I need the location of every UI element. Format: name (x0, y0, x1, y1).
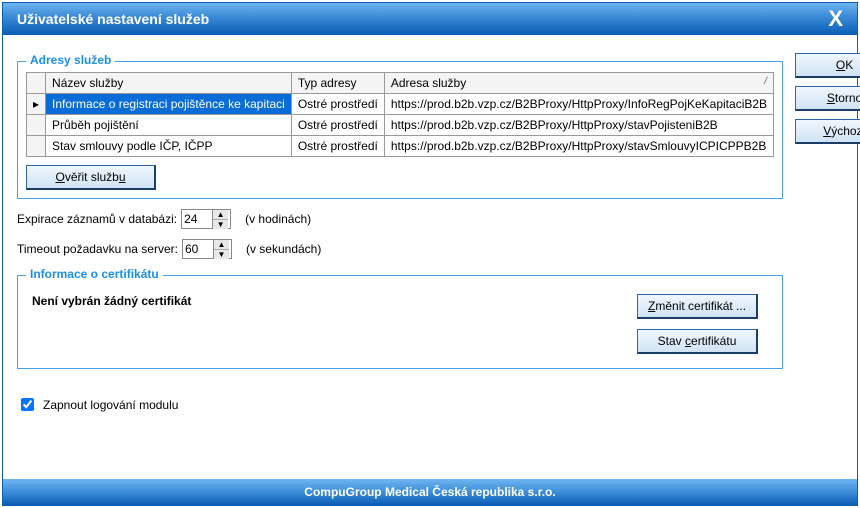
cell-type[interactable]: Ostré prostředí (291, 136, 384, 157)
settings-window: Uživatelské nastavení služeb X Adresy sl… (2, 2, 858, 506)
chevron-up-icon[interactable]: ▲ (213, 210, 228, 220)
col-addr-header[interactable]: Adresa služby/ (384, 73, 773, 94)
certificate-group: Informace o certifikátu Není vybrán žádn… (17, 275, 783, 369)
close-icon[interactable]: X (828, 8, 843, 30)
col-type-header[interactable]: Typ adresy (291, 73, 384, 94)
addresses-legend: Adresy služeb (26, 53, 115, 67)
col-name-header[interactable]: Název služby (46, 73, 292, 94)
footer-text: CompuGroup Medical Česká republika s.r.o… (304, 485, 555, 499)
chevron-down-icon[interactable]: ▼ (214, 250, 229, 259)
logging-row: Zapnout logování modulu (17, 395, 783, 414)
expiration-spinner[interactable]: ▲ ▼ (181, 209, 231, 229)
cell-addr[interactable]: https://prod.b2b.vzp.cz/B2BProxy/HttpPro… (384, 94, 773, 115)
expiration-unit: (v hodinách) (245, 212, 311, 226)
table-row[interactable]: Stav smlouvy podle IČP, IČPP Ostré prost… (27, 136, 774, 157)
titlebar: Uživatelské nastavení služeb X (3, 3, 857, 35)
cell-name[interactable]: Informace o registraci pojištěnce ke kap… (46, 94, 292, 115)
enable-logging-label: Zapnout logování modulu (43, 398, 178, 412)
table-row[interactable]: Průběh pojištění Ostré prostředí https:/… (27, 115, 774, 136)
chevron-up-icon[interactable]: ▲ (214, 240, 229, 250)
table-row[interactable]: ▸ Informace o registraci pojištěnce ke k… (27, 94, 774, 115)
verify-service-button[interactable]: Ověřit službu (26, 165, 156, 190)
cell-addr[interactable]: https://prod.b2b.vzp.cz/B2BProxy/HttpPro… (384, 115, 773, 136)
chevron-down-icon[interactable]: ▼ (213, 220, 228, 229)
window-title: Uživatelské nastavení služeb (17, 11, 209, 27)
row-header-blank (27, 73, 46, 94)
enable-logging-checkbox[interactable] (21, 398, 34, 411)
cell-addr[interactable]: https://prod.b2b.vzp.cz/B2BProxy/HttpPro… (384, 136, 773, 157)
certificate-status-text: Není vybrán žádný certifikát (32, 294, 191, 308)
footer: CompuGroup Medical Česká republika s.r.o… (3, 479, 857, 505)
expiration-input[interactable] (182, 210, 212, 228)
certificate-legend: Informace o certifikátu (26, 267, 163, 281)
timeout-row: Timeout požadavku na server: ▲ ▼ (v seku… (17, 239, 783, 259)
defaults-button[interactable]: Výchozí (795, 119, 860, 144)
services-table[interactable]: Název služby Typ adresy Adresa služby/ ▸… (26, 72, 774, 157)
timeout-label: Timeout požadavku na server: (17, 242, 178, 256)
ok-button[interactable]: OK (795, 53, 860, 78)
addresses-group: Adresy služeb Název služby Typ adresy Ad… (17, 61, 783, 199)
change-certificate-button[interactable]: Změnit certifikát ... (637, 294, 758, 319)
expiration-row: Expirace záznamů v databázi: ▲ ▼ (v hodi… (17, 209, 783, 229)
certificate-state-button[interactable]: Stav certifikátu (637, 329, 758, 354)
timeout-input[interactable] (183, 240, 213, 258)
cell-type[interactable]: Ostré prostředí (291, 94, 384, 115)
cell-name[interactable]: Stav smlouvy podle IČP, IČPP (46, 136, 292, 157)
timeout-unit: (v sekundách) (246, 242, 321, 256)
expiration-label: Expirace záznamů v databázi: (17, 212, 177, 226)
cell-type[interactable]: Ostré prostředí (291, 115, 384, 136)
row-pointer-icon: ▸ (27, 94, 46, 115)
cell-name[interactable]: Průběh pojištění (46, 115, 292, 136)
timeout-spinner[interactable]: ▲ ▼ (182, 239, 232, 259)
cancel-button[interactable]: Storno (795, 86, 860, 111)
